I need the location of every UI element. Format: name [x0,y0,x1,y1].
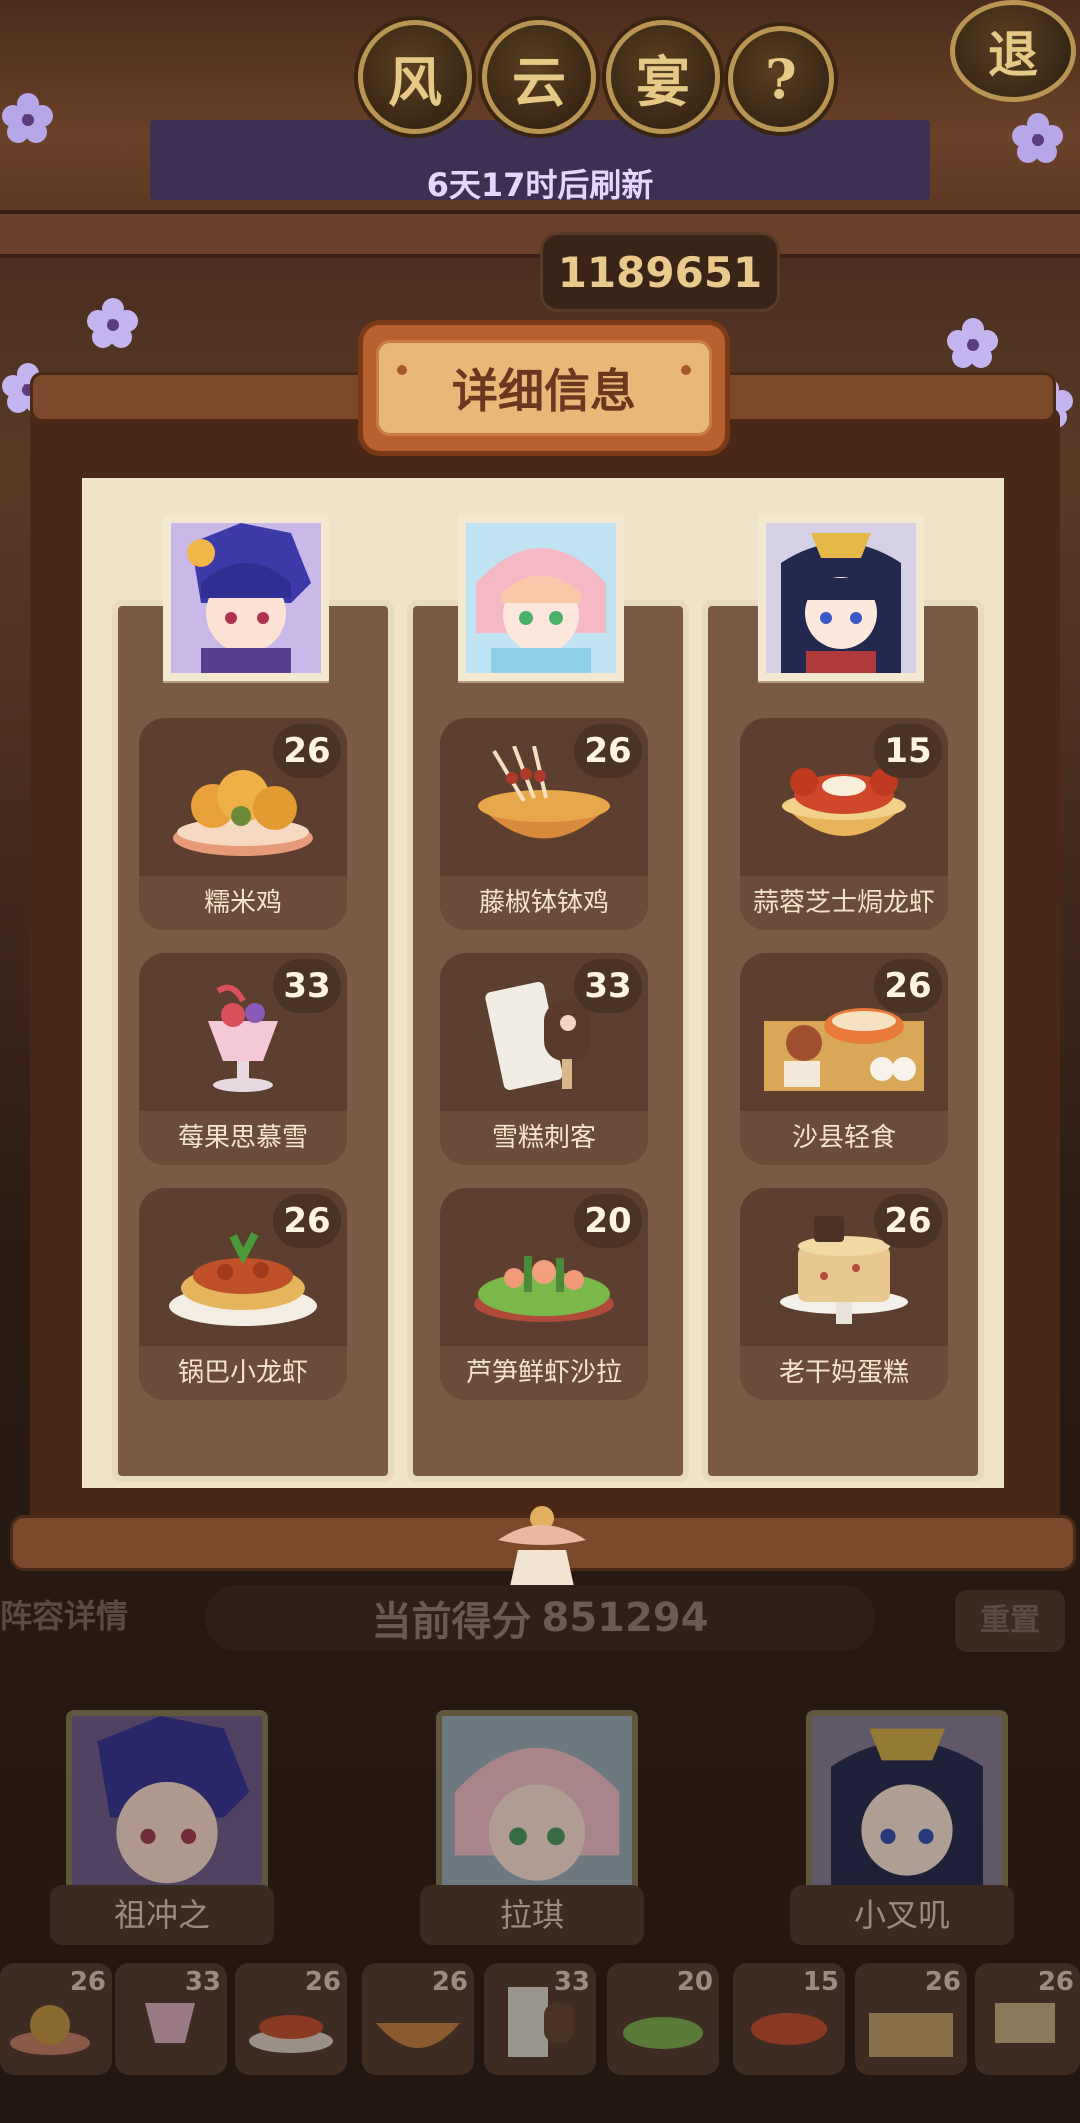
title-char-2: 云 [482,20,596,134]
current-score-bar: 当前得分 851294 [205,1585,875,1651]
dish-card[interactable]: 33 雪糕刺客 [440,953,648,1165]
mini-dish-score: 26 [1037,1967,1074,1997]
mini-dish-score: 33 [184,1967,221,1997]
hero-portrait-laqi[interactable] [458,515,624,681]
hero-portrait-icon [466,523,616,673]
mini-dish-score: 26 [304,1967,341,1997]
hero-portrait-xiaochaji[interactable] [758,515,924,681]
flower-icon [87,298,138,348]
mini-dish-card[interactable]: 26 [855,1963,967,2075]
dish-card[interactable]: 26 糯米鸡 [139,718,347,930]
help-button[interactable]: ? [728,26,834,132]
mini-dish-card[interactable]: 20 [607,1963,719,2075]
dish-card[interactable]: 26 沙县轻食 [740,953,948,1165]
exit-button[interactable]: 退 [950,0,1076,102]
mini-dish-card[interactable]: 33 [115,1963,227,2075]
mini-dish-card[interactable]: 15 [733,1963,845,2075]
lineup-hero-card[interactable] [66,1710,268,1912]
lineup-hero-card[interactable] [806,1710,1008,1912]
mini-dish-card[interactable]: 26 [362,1963,474,2075]
dish-score-badge: 26 [273,724,341,778]
detail-title: 详细信息 [376,340,712,436]
lineup-hero-card[interactable] [436,1710,638,1912]
dish-name: 老干妈蛋糕 [740,1346,948,1400]
hero-name: 祖冲之 [50,1885,274,1945]
hero-portrait-zuchongzhi[interactable] [163,515,329,681]
detail-header: 详细信息 [358,320,730,456]
hero-name: 拉琪 [420,1885,644,1945]
dish-name: 藤椒钵钵鸡 [440,876,648,930]
flower-icon [1012,113,1063,163]
mini-dish-score: 15 [802,1967,839,1997]
hero-portrait-icon [72,1716,262,1906]
current-score-value: 851294 [541,1595,709,1641]
dish-score-badge: 26 [574,724,642,778]
current-score-label: 当前得分 [371,1599,532,1645]
dish-name: 莓果思慕雪 [139,1111,347,1165]
header-dot [681,365,691,375]
dish-score-badge: 33 [574,959,642,1013]
mini-dish-score: 20 [676,1967,713,1997]
mini-dish-score: 26 [69,1967,106,1997]
mini-dish-score: 26 [924,1967,961,1997]
dish-name: 雪糕刺客 [440,1111,648,1165]
mini-dish-card[interactable]: 26 [235,1963,347,2075]
dish-name: 锅巴小龙虾 [139,1346,347,1400]
hero-portrait-icon [812,1716,1002,1906]
dish-score-badge: 26 [874,1194,942,1248]
dish-score-badge: 26 [273,1194,341,1248]
hero-portrait-icon [766,523,916,673]
hero-portrait-icon [442,1716,632,1906]
dish-card[interactable]: 26 锅巴小龙虾 [139,1188,347,1400]
dish-score-badge: 33 [273,959,341,1013]
refresh-timer: 6天17时后刷新 [426,166,654,204]
reset-button[interactable]: 重置 [955,1590,1065,1652]
hero-portrait-icon [171,523,321,673]
mini-dish-score: 26 [431,1967,468,1997]
flower-icon [947,318,998,368]
dish-name: 蒜蓉芝士焗龙虾 [740,876,948,930]
dish-score-badge: 20 [574,1194,642,1248]
mini-dish-card[interactable]: 26 [0,1963,112,2075]
dish-score-badge: 26 [874,959,942,1013]
total-score: 1189651 [540,232,780,312]
dish-card[interactable]: 33 莓果思慕雪 [139,953,347,1165]
dish-card[interactable]: 20 芦笋鲜虾沙拉 [440,1188,648,1400]
dish-card[interactable]: 26 老干妈蛋糕 [740,1188,948,1400]
header-dot [397,365,407,375]
dish-name: 沙县轻食 [740,1111,948,1165]
flower-icon [2,93,53,143]
dish-name: 糯米鸡 [139,876,347,930]
mini-dish-score: 33 [553,1967,590,1997]
mini-dish-card[interactable]: 33 [484,1963,596,2075]
dish-score-badge: 15 [874,724,942,778]
mini-dish-card[interactable]: 26 [975,1963,1080,2075]
dish-name: 芦笋鲜虾沙拉 [440,1346,648,1400]
lineup-details-tab[interactable]: 阵容详情 [0,1590,150,1642]
title-char-3: 宴 [606,20,720,134]
hero-name: 小叉叽 [790,1885,1014,1945]
title-char-1: 风 [358,20,472,134]
dish-card[interactable]: 15 蒜蓉芝士焗龙虾 [740,718,948,930]
dish-card[interactable]: 26 藤椒钵钵鸡 [440,718,648,930]
